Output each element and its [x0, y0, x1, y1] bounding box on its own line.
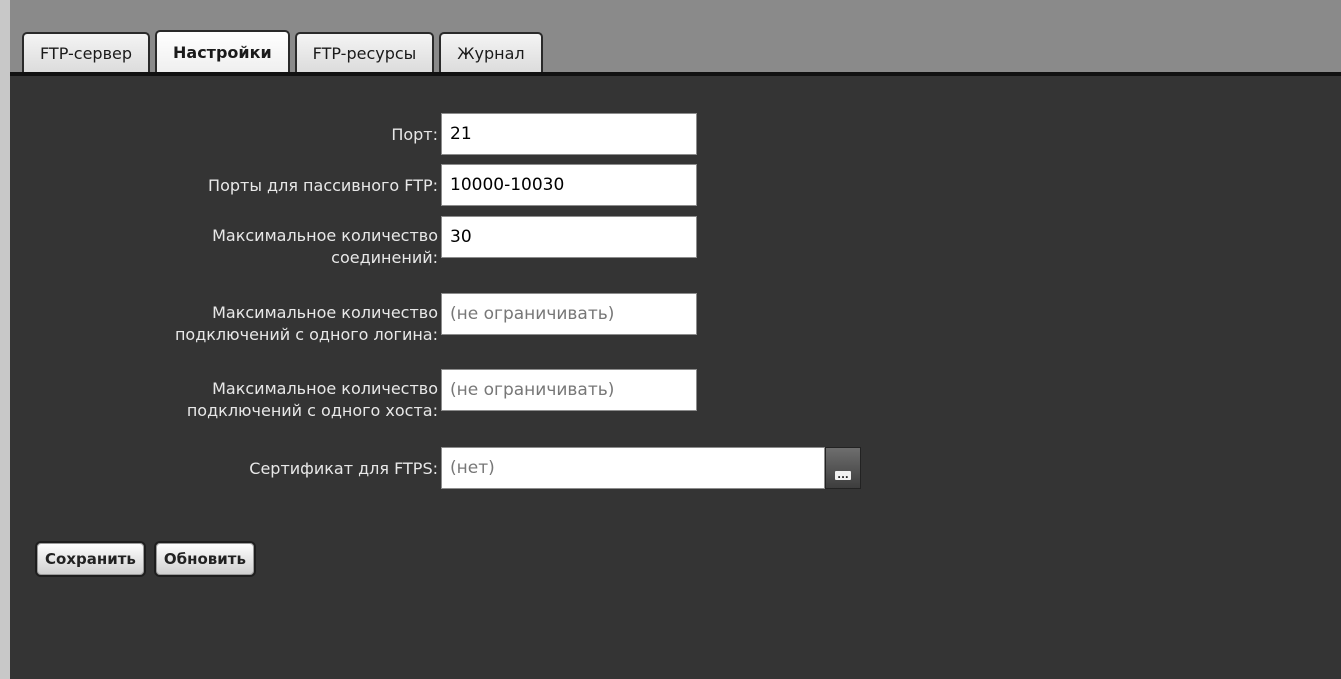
- certificate-label: Сертификат для FTPS:: [249, 459, 438, 478]
- max-per-login-label-line1: Максимальное количество: [212, 303, 438, 322]
- settings-panel: Порт: Порты для пассивного FTP: Максимал…: [10, 72, 1341, 679]
- max-per-login-label: Максимальное количество подключений с од…: [18, 302, 438, 346]
- certificate-input[interactable]: [441, 447, 825, 489]
- max-per-host-label: Максимальное количество подключений с од…: [18, 378, 438, 422]
- tab-settings[interactable]: Настройки: [155, 30, 290, 72]
- max-per-host-label-line1: Максимальное количество: [212, 379, 438, 398]
- max-connections-input[interactable]: [441, 216, 697, 258]
- port-label: Порт:: [391, 125, 438, 144]
- max-per-login-input[interactable]: [441, 293, 697, 335]
- tab-log[interactable]: Журнал: [439, 32, 543, 72]
- passive-ports-input[interactable]: [441, 164, 697, 206]
- refresh-button[interactable]: Обновить: [153, 541, 256, 577]
- max-per-host-label-line2: подключений с одного хоста:: [186, 401, 438, 420]
- ellipsis-icon: ...: [835, 470, 851, 481]
- tab-ftp-server[interactable]: FTP-сервер: [22, 32, 150, 72]
- max-connections-label-line1: Максимальное количество: [212, 226, 438, 245]
- window-left-edge: [0, 0, 10, 679]
- port-input[interactable]: [441, 113, 697, 155]
- max-connections-label: Максимальное количество соединений:: [18, 225, 438, 269]
- passive-ports-label: Порты для пассивного FTP:: [208, 176, 438, 195]
- tab-bar: FTP-сервер Настройки FTP-ресурсы Журнал: [22, 30, 548, 72]
- max-per-login-label-line2: подключений с одного логина:: [174, 325, 438, 344]
- max-connections-label-line2: соединений:: [331, 248, 438, 267]
- save-button[interactable]: Сохранить: [35, 541, 146, 577]
- form-actions: Сохранить Обновить: [35, 541, 256, 577]
- certificate-browse-button[interactable]: ...: [825, 447, 861, 489]
- tab-ftp-resources[interactable]: FTP-ресурсы: [294, 32, 435, 72]
- max-per-host-input[interactable]: [441, 369, 697, 411]
